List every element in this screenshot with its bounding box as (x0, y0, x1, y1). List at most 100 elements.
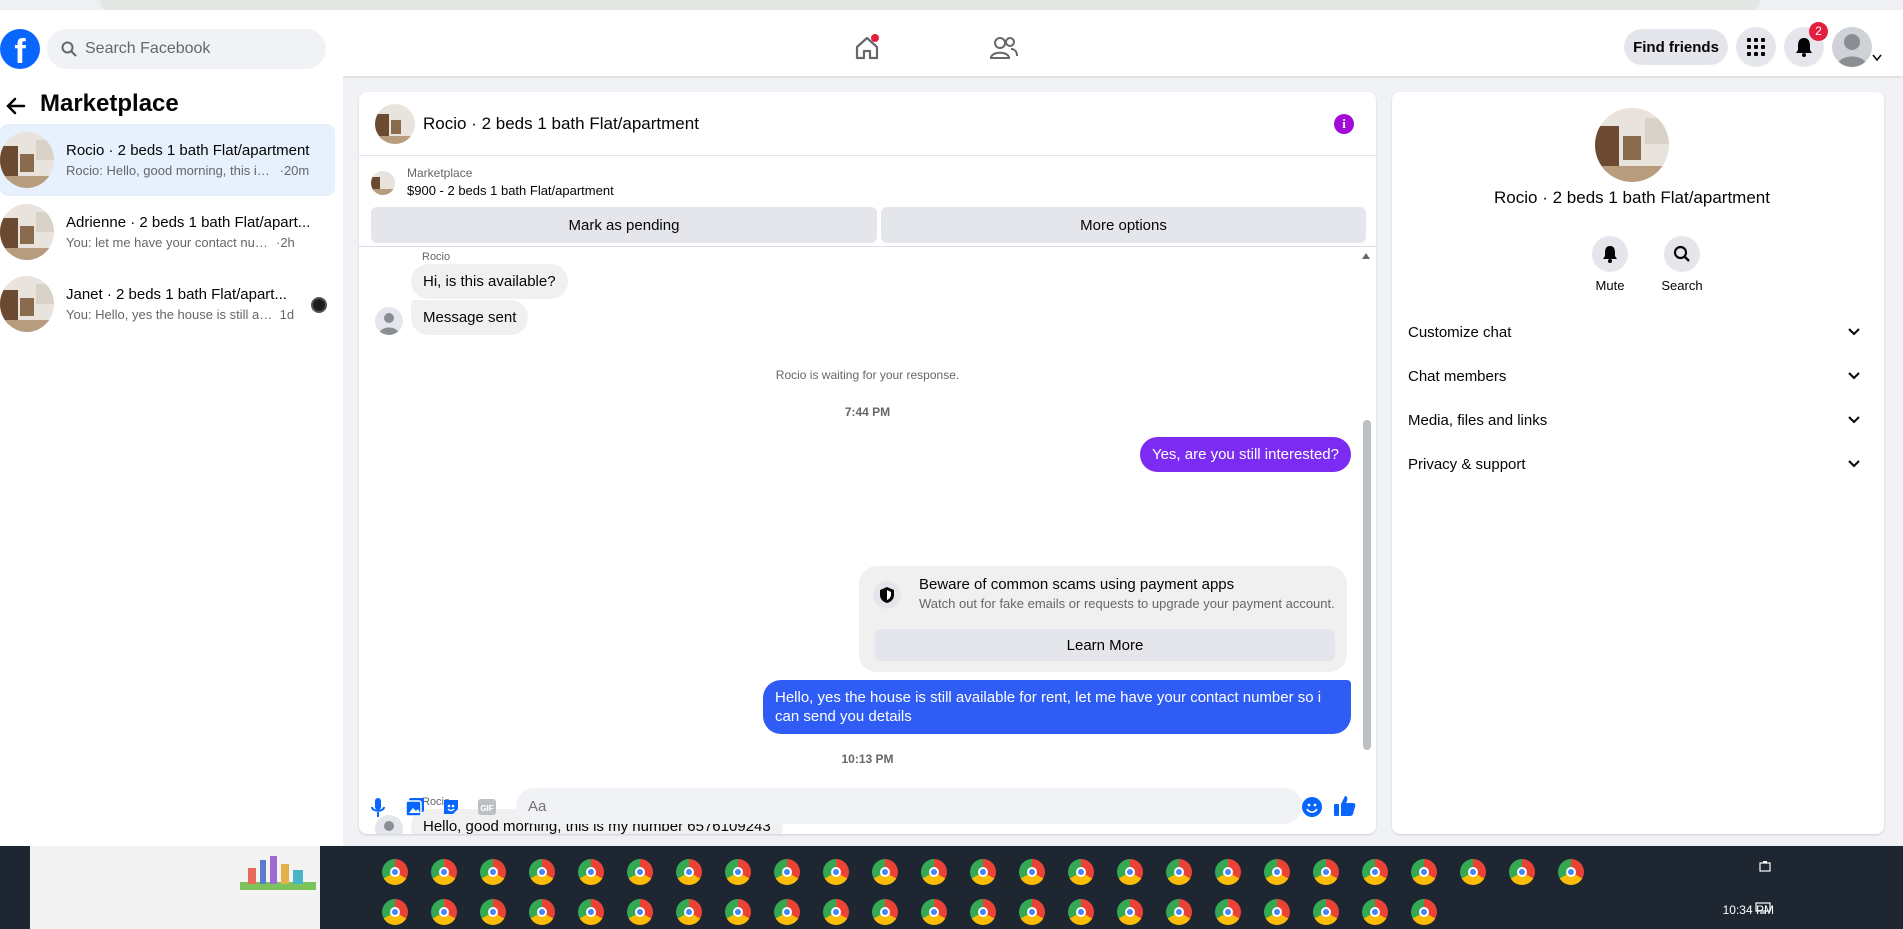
scroll-up-arrow-icon[interactable] (1361, 252, 1371, 260)
find-friends-button[interactable]: Find friends (1624, 29, 1728, 65)
media-files-links-section[interactable]: Media, files and links (1400, 400, 1868, 440)
taskbar-app-icon[interactable] (1411, 899, 1437, 925)
taskbar-app-icon[interactable] (1264, 859, 1290, 885)
scam-warning-title: Beware of common scams using payment app… (919, 576, 1235, 593)
taskbar-app-icon[interactable] (970, 859, 996, 885)
mute-button[interactable]: Mute (1580, 236, 1640, 293)
taskbar-app-icon[interactable] (1019, 899, 1045, 925)
taskbar-app-icon[interactable] (1362, 859, 1388, 885)
taskbar-app-icon[interactable] (1313, 859, 1339, 885)
info-icon[interactable]: i (1334, 114, 1354, 134)
taskbar-app-icon[interactable] (480, 859, 506, 885)
taskbar-app-icon[interactable] (1215, 859, 1241, 885)
conversation-preview: You: let me have your contact number... (66, 235, 276, 250)
taskbar-app-icon[interactable] (1215, 899, 1241, 925)
taskbar-app-icon[interactable] (1019, 859, 1045, 885)
privacy-support-section[interactable]: Privacy & support (1400, 444, 1868, 484)
back-arrow-icon[interactable] (6, 96, 26, 116)
search-in-chat-button[interactable]: Search (1652, 236, 1712, 293)
taskbar-app-icon[interactable] (872, 859, 898, 885)
taskbar-app-icon[interactable] (1166, 859, 1192, 885)
quick-search-widget[interactable] (30, 846, 320, 929)
taskbar-app-icon[interactable] (970, 899, 996, 925)
clock-time[interactable]: 10:34 PM (1723, 903, 1774, 917)
conversation-item-adrienne[interactable]: Adrienne · 2 beds 1 bath Flat/apart... Y… (0, 196, 335, 268)
taskbar-app-icon[interactable] (1362, 899, 1388, 925)
thumbs-up-icon[interactable] (1334, 795, 1356, 817)
menu-grid-icon[interactable] (1736, 27, 1776, 67)
scrollbar-thumb[interactable] (1363, 420, 1371, 750)
facebook-logo-icon[interactable]: f (0, 29, 40, 69)
outgoing-message[interactable]: Yes, are you still interested? (1139, 437, 1351, 472)
taskbar-app-icon[interactable] (627, 899, 653, 925)
listing-price[interactable]: $900 - 2 beds 1 bath Flat/apartment (407, 183, 614, 198)
taskbar-app-icon[interactable] (1068, 859, 1094, 885)
taskbar-app-icon[interactable] (823, 899, 849, 925)
home-nav-icon[interactable] (847, 28, 887, 68)
read-receipt-avatar (311, 297, 327, 313)
mute-label: Mute (1595, 278, 1625, 293)
taskbar-app-icon[interactable] (1460, 859, 1486, 885)
conversation-item-rocio[interactable]: Rocio · 2 beds 1 bath Flat/apartment Roc… (0, 124, 335, 196)
search-box[interactable] (47, 29, 326, 69)
taskbar-app-icon[interactable] (1068, 899, 1094, 925)
scam-warning-card: Beware of common scams using payment app… (859, 566, 1347, 672)
microphone-icon[interactable] (371, 798, 385, 818)
learn-more-button[interactable]: Learn More (875, 629, 1335, 661)
gif-icon[interactable]: GIF (478, 798, 496, 816)
sender-avatar (375, 307, 403, 335)
taskbar-app-icon[interactable] (921, 859, 947, 885)
listing-thumbnail (0, 204, 54, 260)
taskbar-app-icon[interactable] (921, 899, 947, 925)
taskbar-app-icon[interactable] (1411, 859, 1437, 885)
outgoing-message[interactable]: Hello, yes the house is still available … (763, 680, 1351, 734)
incoming-message[interactable]: Hi, is this available? (411, 264, 568, 299)
taskbar-app-icon[interactable] (529, 859, 555, 885)
taskbar-app-icon[interactable] (480, 899, 506, 925)
taskbar-app-icon[interactable] (774, 899, 800, 925)
taskbar-app-icon[interactable] (431, 859, 457, 885)
account-avatar[interactable] (1832, 27, 1872, 67)
taskbar-app-icon[interactable] (1509, 859, 1535, 885)
taskbar-app-icon[interactable] (823, 859, 849, 885)
taskbar-app-icon[interactable] (382, 859, 408, 885)
address-bar[interactable] (100, 0, 1760, 10)
taskbar-app-icon[interactable] (1166, 899, 1192, 925)
search-input[interactable] (85, 40, 285, 58)
taskbar-app-icon[interactable] (1117, 899, 1143, 925)
taskbar-app-icon[interactable] (676, 899, 702, 925)
taskbar-app-icon[interactable] (627, 859, 653, 885)
customize-chat-section[interactable]: Customize chat (1400, 312, 1868, 352)
taskbar-app-icon[interactable] (1558, 859, 1584, 885)
conversation-item-janet[interactable]: Janet · 2 beds 1 bath Flat/apart... You:… (0, 268, 335, 340)
friends-nav-icon[interactable] (984, 28, 1024, 68)
taskbar-app-icon[interactable] (1313, 899, 1339, 925)
taskbar-app-icon[interactable] (774, 859, 800, 885)
taskbar-app-icon[interactable] (578, 859, 604, 885)
taskbar-app-icon[interactable] (725, 899, 751, 925)
mark-as-pending-button[interactable]: Mark as pending (371, 207, 877, 243)
contact-avatar[interactable] (1595, 108, 1669, 182)
taskbar-app-icon[interactable] (431, 899, 457, 925)
emoji-icon[interactable] (1302, 797, 1322, 817)
account-chevron-down-icon[interactable] (1872, 54, 1882, 62)
taskbar-app-icon[interactable] (529, 899, 555, 925)
taskbar-app-icon[interactable] (872, 899, 898, 925)
chat-members-section[interactable]: Chat members (1400, 356, 1868, 396)
taskbar-tray-icon[interactable] (1759, 860, 1773, 874)
taskbar-app-icon[interactable] (1117, 859, 1143, 885)
sticker-icon[interactable] (442, 798, 460, 816)
taskbar-app-icon[interactable] (578, 899, 604, 925)
taskbar-app-icon[interactable] (676, 859, 702, 885)
taskbar-app-icon[interactable] (725, 859, 751, 885)
incoming-message[interactable]: Message sent (411, 300, 529, 335)
taskbar-app-icon[interactable] (1264, 899, 1290, 925)
chat-avatar[interactable] (375, 104, 415, 144)
section-label: Privacy & support (1408, 455, 1526, 473)
listing-banner: Marketplace $900 - 2 beds 1 bath Flat/ap… (359, 157, 1376, 247)
taskbar-app-icon[interactable] (382, 899, 408, 925)
message-input[interactable] (516, 788, 1302, 824)
chat-title[interactable]: Rocio · 2 beds 1 bath Flat/apartment (423, 114, 699, 134)
more-options-button[interactable]: More options (881, 207, 1366, 243)
photo-icon[interactable] (406, 798, 424, 816)
